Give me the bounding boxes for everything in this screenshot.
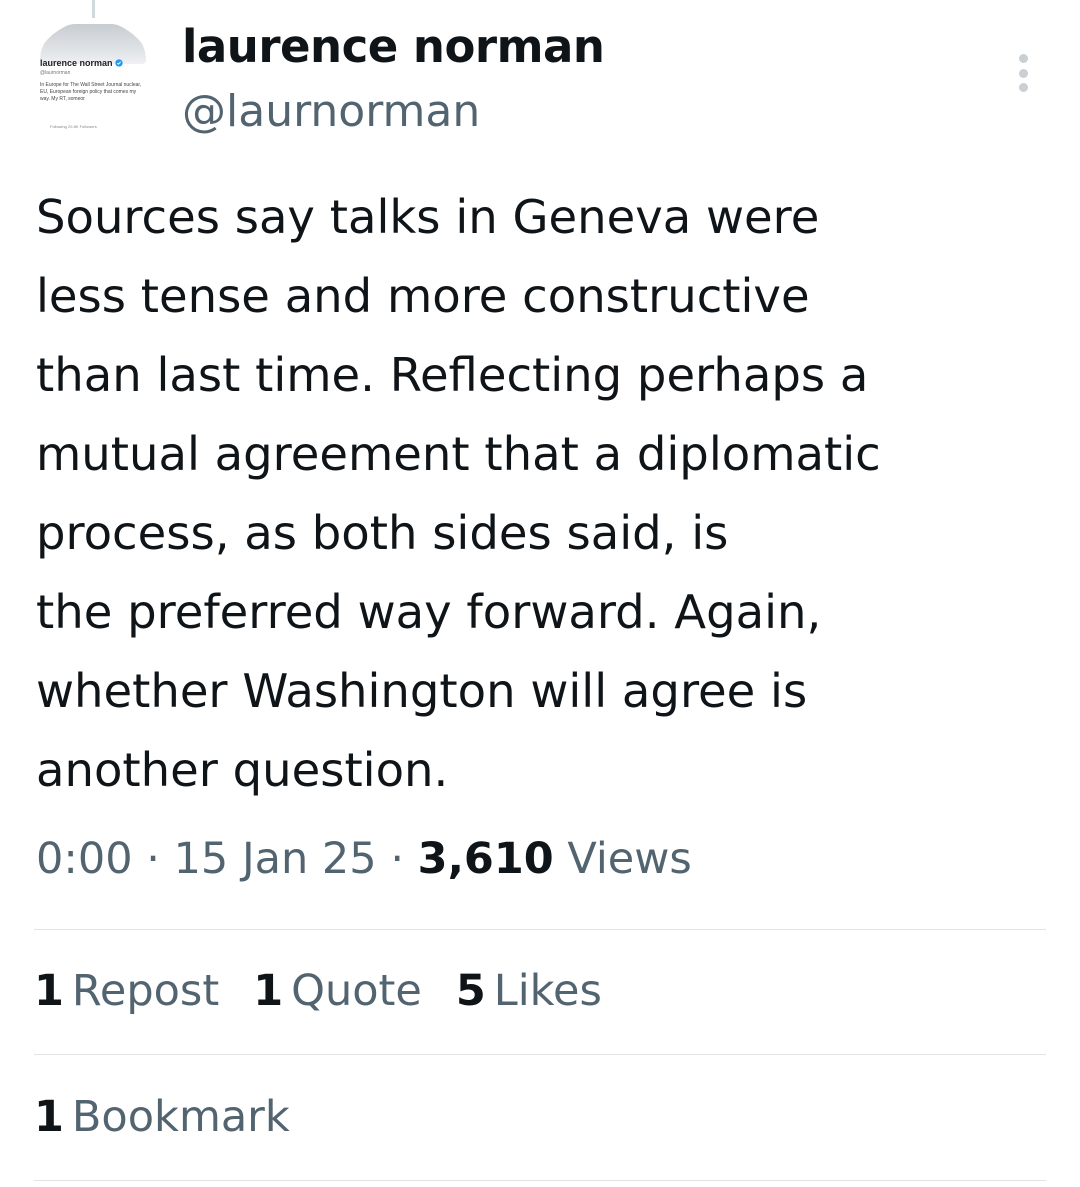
user-handle[interactable]: @laurnorman bbox=[182, 86, 480, 137]
tweet-text-line: than last time. Reflecting perhaps a bbox=[36, 348, 869, 402]
thread-connector-line bbox=[92, 0, 95, 18]
meta-separator: · bbox=[146, 834, 160, 884]
avatar-snippet-handle: @laurnorman bbox=[40, 70, 71, 76]
tweet-time[interactable]: 0:00 bbox=[36, 834, 133, 884]
more-dot bbox=[1018, 83, 1028, 92]
tweet-text-line: another question. bbox=[36, 743, 449, 797]
quotes-count: 1 bbox=[253, 966, 284, 1016]
divider bbox=[34, 1054, 1046, 1055]
display-name[interactable]: laurence norman bbox=[182, 20, 605, 73]
avatar[interactable]: laurence norman @laurnorman In Europe fo… bbox=[30, 20, 156, 146]
tweet-text: Sources say talks in Geneva were less te… bbox=[36, 178, 1046, 810]
engagement-stats: 1 Repost 1 Quote 5 Likes bbox=[34, 966, 602, 1016]
more-dot bbox=[1018, 54, 1028, 63]
more-dot bbox=[1018, 68, 1028, 78]
likes-count: 5 bbox=[455, 966, 486, 1016]
likes-stat[interactable]: 5 Likes bbox=[456, 966, 602, 1016]
tweet-text-line: whether Washington will agree is bbox=[36, 664, 808, 718]
divider bbox=[34, 929, 1046, 930]
verified-badge-icon bbox=[115, 59, 123, 67]
reposts-stat[interactable]: 1 Repost bbox=[34, 966, 219, 1016]
views-count: 3,610 bbox=[417, 834, 554, 884]
avatar-snippet-bio: In Europe for The Wall Street Journal nu… bbox=[40, 82, 142, 102]
avatar-snippet-name: laurence norman bbox=[40, 58, 123, 68]
tweet-text-line: mutual agreement that a diplomatic bbox=[36, 427, 881, 481]
divider bbox=[34, 1180, 1046, 1181]
avatar-snippet-follow: Following 29.8K Followers bbox=[50, 124, 97, 129]
bookmarks-label: Bookmark bbox=[71, 1092, 290, 1142]
tweet-text-line: Sources say talks in Geneva were bbox=[36, 190, 820, 244]
views-label: Views bbox=[567, 834, 692, 884]
reposts-label: Repost bbox=[71, 966, 220, 1016]
tweet-text-line: less tense and more constructive bbox=[36, 269, 810, 323]
tweet-meta: 0:00 · 15 Jan 25 · 3,610 Views bbox=[36, 834, 692, 884]
reposts-count: 1 bbox=[34, 966, 64, 1016]
tweet-text-line: the preferred way forward. Again, bbox=[36, 585, 822, 639]
tweet-text-line: process, as both sides said, is bbox=[36, 506, 729, 560]
bookmarks-stat[interactable]: 1 Bookmark bbox=[34, 1092, 290, 1142]
more-vertical-icon[interactable] bbox=[1008, 52, 1038, 94]
likes-label: Likes bbox=[493, 966, 602, 1016]
meta-separator: · bbox=[390, 834, 404, 884]
avatar-profile-snapshot: laurence norman @laurnorman In Europe fo… bbox=[30, 20, 156, 146]
quotes-stat[interactable]: 1 Quote bbox=[253, 966, 422, 1016]
tweet-detail-view: laurence norman @laurnorman In Europe fo… bbox=[0, 0, 1080, 1187]
bookmarks-count: 1 bbox=[34, 1092, 64, 1142]
quotes-label: Quote bbox=[291, 966, 422, 1016]
tweet-date[interactable]: 15 Jan 25 bbox=[174, 834, 377, 884]
